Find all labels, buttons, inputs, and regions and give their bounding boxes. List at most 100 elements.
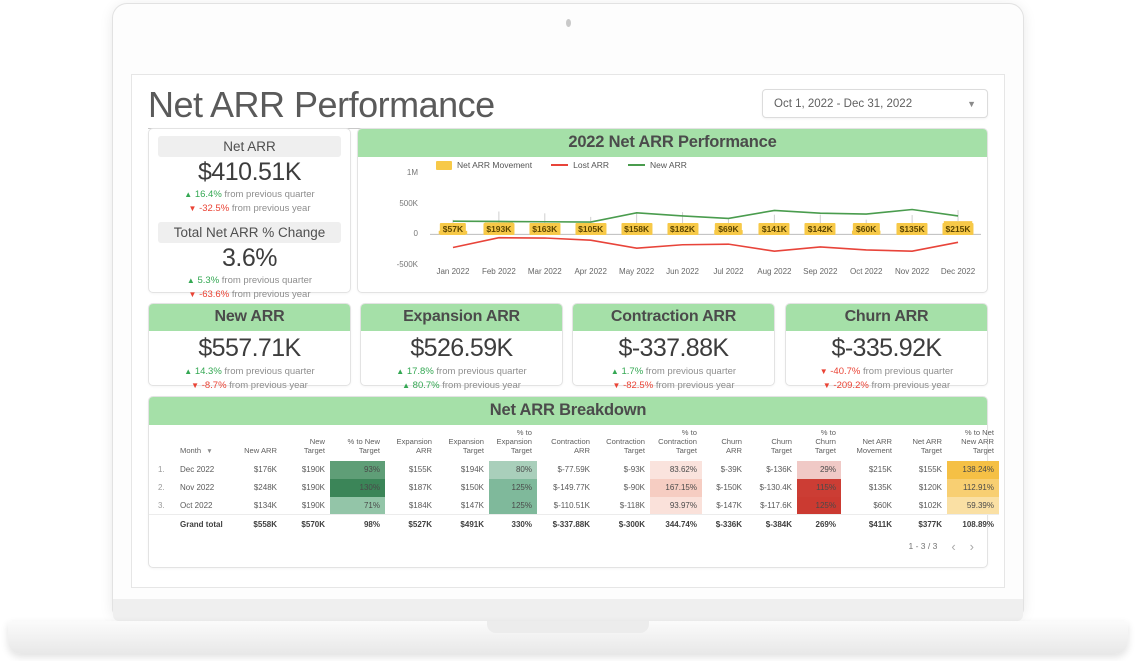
summary-kpi-card: Net ARR $410.51K ▲ 16.4% from previous q… [148,128,351,300]
table-header-cell[interactable]: Contraction ARR [537,425,595,461]
table-cell: $-149.77K [553,483,590,493]
kpi-delta-quarter: ▲ 16.4% from previous quarter [158,188,341,202]
table-header-cell[interactable]: Month ▼ [175,425,234,461]
table-cell: $-336K [702,514,747,533]
table-cell: 98% [330,514,385,533]
table-cell: $-77.59K [557,465,590,475]
table-header-cell [149,425,175,461]
table-cell: 93.97% [650,496,702,515]
table-cell: $147K [460,501,484,511]
kpi-value: $557.71K [198,334,301,362]
sort-descending-icon[interactable]: ▼ [206,448,212,455]
table-cell: $150K [460,483,484,493]
table-cell: 330% [489,514,537,533]
table-cell: $187K [408,483,432,493]
page-title: Net ARR Performance [148,86,509,129]
kpi-delta-quarter: ▲ 1.7% from previous quarter [573,365,774,379]
table-cell: $-39K [720,465,742,475]
bar-data-label: $182K [667,223,699,236]
kpi-delta-quarter: ▲ 14.3% from previous quarter [149,365,350,379]
table-cell: $134K [253,501,277,511]
bar-data-label: $163K [529,223,561,236]
table-header-cell[interactable]: % to Contraction Target [650,425,702,461]
pagination-range: 1 - 3 / 3 [908,541,938,552]
chevron-left-icon[interactable]: ‹ [951,539,955,554]
chart-graphics [430,208,981,253]
table-cell: $120K [918,483,942,493]
arrow-down-icon: ▼ [191,380,200,390]
table-header-cell[interactable]: Expansion Target [437,425,489,461]
bar-data-label: $69K [715,223,742,236]
table-cell: 112.91% [947,478,999,497]
chevron-right-icon[interactable]: › [970,539,974,554]
table-cell: $377K [897,514,947,533]
chevron-down-icon: ▼ [967,98,976,109]
table-header-cell[interactable]: % to New Target [330,425,385,461]
table-header-cell[interactable]: Net ARR Movement [841,425,897,461]
arrow-down-icon: ▼ [612,380,621,390]
table-row[interactable]: 1. Dec 2022 $176K $190K 93% $155K $194K 80% $-77… [149,460,999,479]
delta-value: -8.7% [201,379,227,391]
table-cell: 93% [330,460,385,479]
kpi-label: Contraction ARR [573,304,774,331]
table-cell: $-93K [623,465,645,475]
delta-text: from previous year [229,379,308,391]
arrow-up-icon: ▲ [402,380,411,390]
total-label: Grand total [175,514,234,533]
table-cell: 29% [797,460,841,479]
kpi-net-arr: Net ARR $410.51K ▲ 16.4% from previous q… [158,136,341,216]
chart-title: 2022 Net ARR Performance [358,129,987,157]
delta-text: from previous quarter [863,365,954,377]
delta-value: 14.3% [194,365,222,377]
kpi-label: Total Net ARR % Change [158,222,341,244]
bar-data-label: $193K [483,223,515,236]
kpi-delta-year: ▼ -82.5% from previous year [573,379,774,393]
delta-text: from previous year [231,289,311,301]
delta-text: from previous quarter [221,275,313,286]
delta-text: from previous quarter [224,365,315,377]
table-header-cell[interactable]: Churn ARR [702,425,747,461]
table-cell: 80% [489,460,537,479]
table-header-cell[interactable]: Contraction Target [595,425,650,461]
table-cell: $-337.88K [537,514,595,533]
delta-text: from previous year [442,379,521,391]
kpi-label: Churn ARR [786,304,987,331]
table-header-cell[interactable]: % to Net New ARR Target [947,425,999,461]
kpi-label: New ARR [149,304,350,331]
table-cell: 71% [330,496,385,515]
bar-data-label: $60K [853,223,880,236]
kpi-delta-year: ▲ 80.7% from previous year [361,379,562,393]
table-cell: 108.89% [947,514,999,533]
table-cell: 125% [489,496,537,515]
row-month: Nov 2022 [180,483,215,493]
table-header-cell[interactable]: Net ARR Target [897,425,947,461]
table-header-cell[interactable]: New Target [282,425,330,461]
arrow-down-icon: ▼ [819,366,828,376]
table-pagination: 1 - 3 / 3 ‹ › [149,533,987,554]
table-row[interactable]: 3. Oct 2022 $134K $190K 71% $184K $147K 125% $-1… [149,496,999,515]
table-cell: 125% [489,478,537,497]
table-header-cell[interactable]: % to Churn Target [797,425,841,461]
kpi-delta-quarter: ▲ 17.8% from previous quarter [361,365,562,379]
table-cell: $190K [301,483,325,493]
table-header-cell[interactable]: % to Expansion Target [489,425,537,461]
kpi-value: $-335.92K [831,334,943,362]
kpi-card-churn-arr: Churn ARR $-335.92K ▼ -40.7% from previous… [785,303,988,391]
kpi-delta-quarter: ▲ 5.3% from previous quarter [158,274,341,288]
breakdown-table: Month ▼ New ARR New Target% to New Target E… [149,425,999,533]
kpi-delta-year: ▼ -63.6% from previous year [158,288,341,302]
row-month: Dec 2022 [180,465,215,475]
arrow-down-icon: ▼ [188,290,197,300]
table-cell: $176K [253,465,277,475]
delta-value: 80.7% [412,379,440,391]
bar-data-label: $141K [758,223,790,236]
table-header-cell[interactable]: Churn Target [747,425,797,461]
table-cell: 130% [330,478,385,497]
table-cell: $-147K [716,501,742,511]
table-header-cell[interactable]: Expansion ARR [385,425,437,461]
table-header-cell[interactable]: New ARR [234,425,282,461]
date-range-picker[interactable]: Oct 1, 2022 - Dec 31, 2022 ▼ [762,89,988,118]
kpi-total-net-arr-change: Total Net ARR % Change 3.6% ▲ 5.3% from … [158,222,341,302]
table-row[interactable]: 2. Nov 2022 $248K $190K 130% $187K $150K 125% $-… [149,478,999,497]
arrow-up-icon: ▲ [186,276,195,285]
